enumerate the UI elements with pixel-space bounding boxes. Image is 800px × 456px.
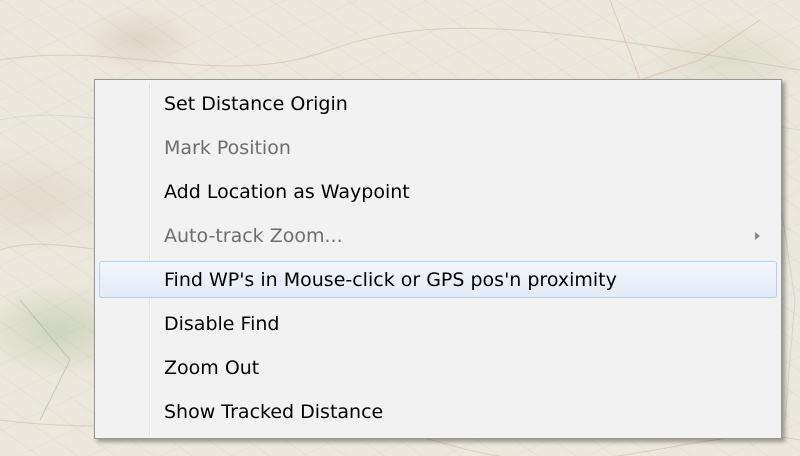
menu-item-label: Zoom Out — [164, 357, 260, 379]
context-menu: Set Distance Origin Mark Position Add Lo… — [94, 79, 782, 439]
menu-item-label: Mark Position — [164, 137, 291, 159]
menu-item-label: Set Distance Origin — [164, 93, 348, 115]
menu-item-add-location-as-waypoint[interactable]: Add Location as Waypoint — [99, 173, 777, 210]
menu-item-disable-find[interactable]: Disable Find — [99, 305, 777, 342]
menu-item-show-tracked-distance[interactable]: Show Tracked Distance — [99, 393, 777, 430]
menu-item-zoom-out[interactable]: Zoom Out — [99, 349, 777, 386]
menu-item-mark-position[interactable]: Mark Position — [99, 129, 777, 166]
menu-item-auto-track-zoom[interactable]: Auto-track Zoom... — [99, 217, 777, 254]
menu-item-label: Find WP's in Mouse-click or GPS pos'n pr… — [164, 269, 617, 291]
menu-item-label: Show Tracked Distance — [164, 401, 384, 423]
chevron-right-icon — [755, 232, 760, 240]
menu-item-label: Auto-track Zoom... — [164, 225, 343, 247]
menu-item-find-wps-proximity[interactable]: Find WP's in Mouse-click or GPS pos'n pr… — [99, 261, 777, 298]
menu-item-label: Add Location as Waypoint — [164, 181, 410, 203]
menu-item-set-distance-origin[interactable]: Set Distance Origin — [99, 85, 777, 122]
menu-item-label: Disable Find — [164, 313, 280, 335]
